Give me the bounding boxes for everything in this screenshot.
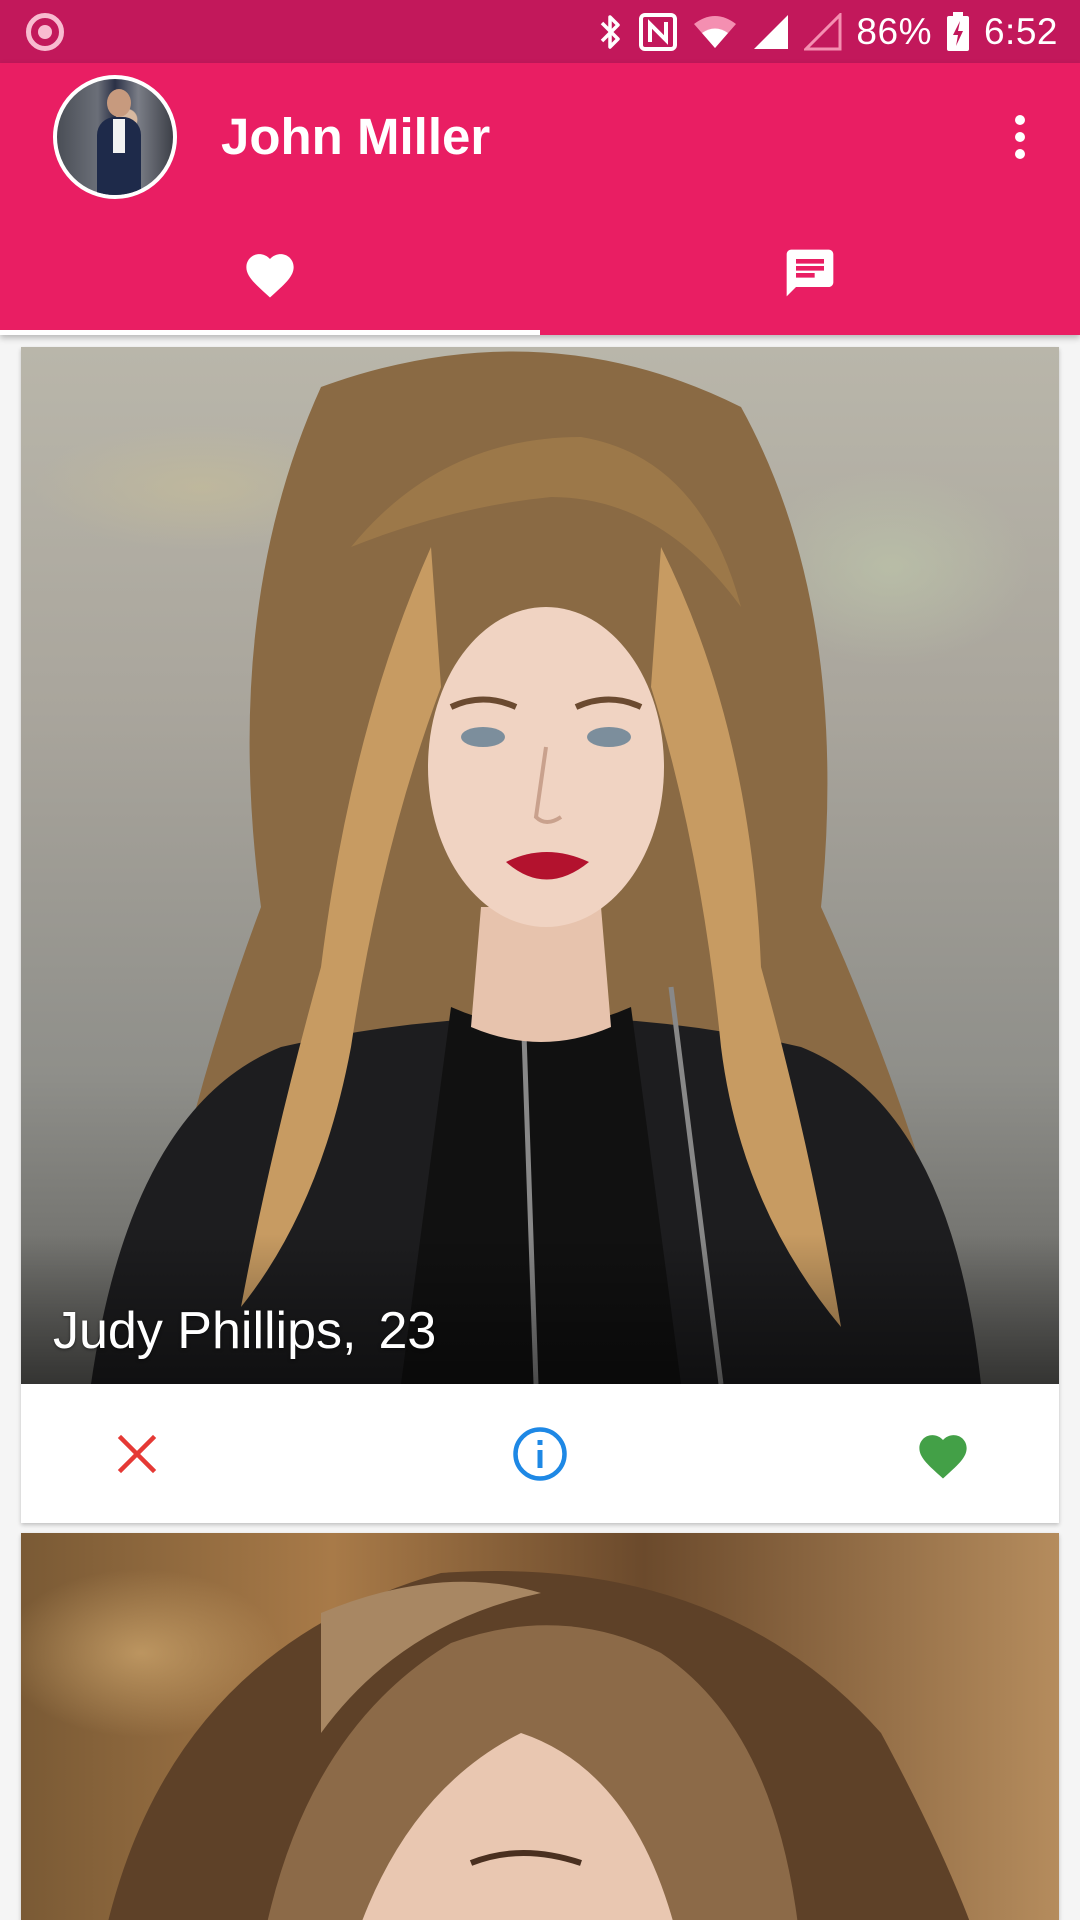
profile-photo-art	[108, 1571, 970, 1920]
profile-name-age: Judy Phillips, 23	[53, 1299, 436, 1363]
profile-age: 23	[378, 1302, 437, 1360]
bluetooth-icon	[601, 14, 621, 49]
more-vert-icon[interactable]	[996, 103, 1044, 171]
profile-card	[21, 1533, 1059, 1920]
profile-card: Judy Phillips, 23	[21, 347, 1059, 1523]
profile-avatar[interactable]	[53, 75, 177, 199]
info-button[interactable]	[506, 1420, 574, 1488]
signal-empty-icon	[804, 12, 842, 50]
clock: 6:52	[983, 10, 1058, 52]
heart-icon	[919, 1435, 967, 1479]
tab-matches[interactable]	[0, 211, 540, 335]
tab-messages[interactable]	[540, 211, 1080, 335]
toolbar: John Miller	[0, 63, 1080, 211]
heart-icon	[246, 254, 294, 298]
dislike-button[interactable]	[103, 1420, 171, 1488]
app-bar: John Miller	[0, 63, 1080, 335]
signal-icon	[754, 14, 789, 49]
chat-icon	[786, 249, 834, 297]
profile-feed[interactable]: Judy Phillips, 23	[0, 335, 1080, 1920]
profile-name: Judy Phillips,	[53, 1302, 357, 1360]
wifi-icon	[694, 15, 737, 48]
battery-charging-icon	[946, 11, 969, 51]
tab-bar	[0, 211, 1080, 335]
record-icon	[26, 12, 64, 51]
close-icon	[117, 1434, 157, 1474]
profile-photo[interactable]	[21, 1533, 1059, 1920]
like-button[interactable]	[909, 1420, 977, 1488]
user-name-title: John Miller	[221, 108, 491, 165]
profile-photo[interactable]: Judy Phillips, 23	[21, 347, 1059, 1384]
nfc-icon	[639, 12, 678, 51]
info-icon	[513, 1427, 567, 1481]
status-bar: 86% 6:52	[0, 0, 1080, 63]
profile-photo-art	[91, 351, 981, 1384]
battery-percentage: 86%	[856, 10, 932, 52]
card-actions	[21, 1384, 1059, 1523]
